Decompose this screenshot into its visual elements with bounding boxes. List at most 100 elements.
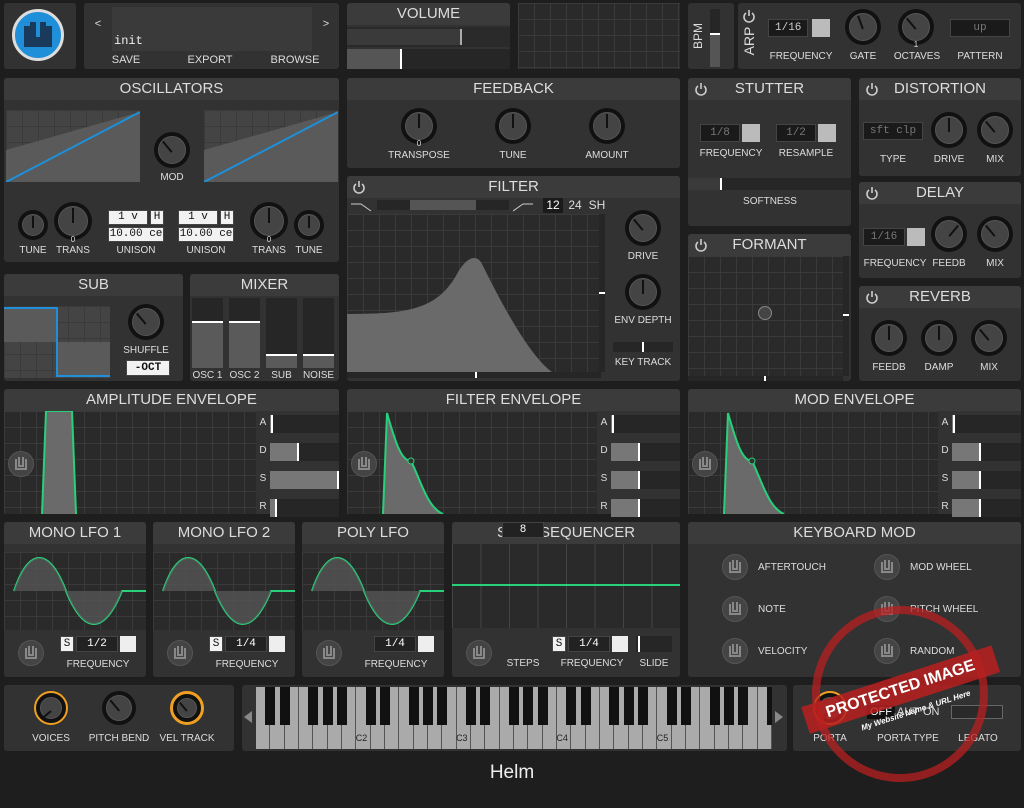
sub-octave-value[interactable]: -OCT	[126, 360, 170, 376]
adsr-d-slider[interactable]	[952, 443, 1021, 461]
preset-name-display[interactable]: init	[112, 7, 312, 51]
mono-lfo-2-mod-button[interactable]	[167, 640, 193, 666]
mono-lfo-1-display[interactable]	[4, 552, 146, 630]
filter-key-track-slider[interactable]	[613, 342, 673, 352]
mixer-sub-slider[interactable]	[266, 298, 297, 368]
osc1-unison-cents[interactable]: 10.00 ce	[108, 227, 164, 242]
filter-power-icon[interactable]	[352, 180, 366, 194]
formant-xy-handle[interactable]	[758, 306, 772, 320]
filter-resonance-slider[interactable]	[599, 214, 605, 372]
poly-lfo-note-icon[interactable]	[418, 636, 434, 652]
filter-envelope-mod-button[interactable]	[351, 451, 377, 477]
black-key[interactable]	[480, 687, 491, 725]
black-key[interactable]	[623, 687, 634, 725]
arp-pattern-value[interactable]: up	[950, 19, 1010, 37]
step-sequencer-steps-value[interactable]: 8	[502, 522, 544, 538]
black-key[interactable]	[580, 687, 591, 725]
poly-lfo-mod-button[interactable]	[316, 640, 342, 666]
filter-env-depth-knob[interactable]	[625, 274, 661, 310]
aftertouch-mod-button[interactable]	[722, 554, 748, 580]
stutter-power-icon[interactable]	[694, 82, 708, 96]
filter-cutoff-slider[interactable]	[347, 372, 601, 378]
black-key[interactable]	[723, 687, 734, 725]
bpm-slider[interactable]	[710, 9, 720, 67]
distortion-type-value[interactable]: sft clp	[863, 122, 923, 140]
save-button[interactable]: SAVE	[84, 51, 168, 69]
black-key[interactable]	[508, 687, 519, 725]
volume-handle[interactable]	[399, 49, 402, 69]
mono-lfo-2-sync-button[interactable]: S	[209, 636, 223, 652]
black-key[interactable]	[322, 687, 333, 725]
filter-drive-knob[interactable]	[625, 210, 661, 246]
osc1-waveform[interactable]	[6, 110, 140, 182]
export-button[interactable]: EXPORT	[168, 51, 252, 69]
mod-envelope-mod-button[interactable]	[692, 451, 718, 477]
filter-blend-slider[interactable]	[377, 200, 509, 210]
adsr-r-slider[interactable]	[952, 499, 1021, 517]
keyboard-scroll-left-icon[interactable]	[244, 711, 252, 723]
mono-lfo-1-sync-button[interactable]: S	[60, 636, 74, 652]
pitch-bend-knob[interactable]	[102, 691, 136, 725]
black-key[interactable]	[566, 687, 577, 725]
adsr-a-slider[interactable]	[270, 415, 339, 433]
osc2-unison-harmonize[interactable]: H	[220, 210, 234, 225]
black-key[interactable]	[437, 687, 448, 725]
adsr-d-slider[interactable]	[270, 443, 339, 461]
mono-lfo-2-frequency-value[interactable]: 1/4	[225, 636, 267, 652]
step-sequencer-slide-slider[interactable]	[636, 636, 672, 652]
black-key[interactable]	[537, 687, 548, 725]
black-key[interactable]	[308, 687, 319, 725]
osc2-waveform[interactable]	[204, 110, 338, 182]
delay-feedb-knob[interactable]	[931, 216, 967, 252]
osc1-tune-knob[interactable]	[18, 210, 48, 240]
black-key[interactable]	[336, 687, 347, 725]
adsr-s-slider[interactable]	[952, 471, 1021, 489]
mod-envelope-display[interactable]	[688, 411, 938, 514]
delay-frequency-sync-icon[interactable]	[907, 228, 925, 246]
step-sequencer-mod-button[interactable]	[466, 640, 492, 666]
reverb-damp-knob[interactable]	[921, 320, 957, 356]
sub-shuffle-knob[interactable]	[128, 304, 164, 340]
arp-frequency-sync-icon[interactable]	[812, 19, 830, 37]
stutter-frequency-sync-icon[interactable]	[742, 124, 760, 142]
mixer-noise-slider[interactable]	[303, 298, 334, 368]
amp-envelope-display[interactable]	[4, 411, 256, 514]
arp-gate-knob[interactable]	[845, 9, 881, 45]
black-key[interactable]	[709, 687, 720, 725]
mixer-osc1-slider[interactable]	[192, 298, 223, 368]
black-key[interactable]	[666, 687, 677, 725]
mono-lfo-1-mod-button[interactable]	[18, 640, 44, 666]
stutter-frequency-value[interactable]: 1/8	[700, 124, 740, 142]
adsr-s-slider[interactable]	[270, 471, 339, 489]
black-key[interactable]	[523, 687, 534, 725]
arp-power-icon[interactable]	[742, 9, 756, 23]
osc1-unison-voices[interactable]: 1 v	[108, 210, 148, 225]
stutter-resample-value[interactable]: 1/2	[776, 124, 816, 142]
adsr-s-slider[interactable]	[611, 471, 680, 489]
prev-preset-button[interactable]: <	[88, 15, 108, 33]
step-sequencer-sync-button[interactable]: S	[552, 636, 566, 652]
feedback-amount-knob[interactable]	[589, 108, 625, 144]
black-key[interactable]	[379, 687, 390, 725]
adsr-a-slider[interactable]	[611, 415, 680, 433]
osc2-tune-knob[interactable]	[294, 210, 324, 240]
black-key[interactable]	[408, 687, 419, 725]
step-sequencer-display[interactable]	[452, 544, 680, 628]
delay-mix-knob[interactable]	[977, 216, 1013, 252]
osc2-unison-voices[interactable]: 1 v	[178, 210, 218, 225]
reverb-power-icon[interactable]	[865, 290, 879, 304]
vel-track-knob[interactable]	[170, 691, 204, 725]
black-key[interactable]	[265, 687, 276, 725]
black-key[interactable]	[637, 687, 648, 725]
distortion-drive-knob[interactable]	[931, 112, 967, 148]
black-key[interactable]	[680, 687, 691, 725]
filter-response-display[interactable]	[347, 214, 601, 372]
delay-power-icon[interactable]	[865, 186, 879, 200]
black-key[interactable]	[738, 687, 749, 725]
mixer-osc2-slider[interactable]	[229, 298, 260, 368]
osc1-unison-harmonize[interactable]: H	[150, 210, 164, 225]
next-preset-button[interactable]: >	[316, 15, 336, 33]
distortion-mix-knob[interactable]	[977, 112, 1013, 148]
piano-keyboard[interactable]: C2 C3 C4 C5	[256, 687, 772, 749]
browse-button[interactable]: BROWSE	[252, 51, 338, 69]
